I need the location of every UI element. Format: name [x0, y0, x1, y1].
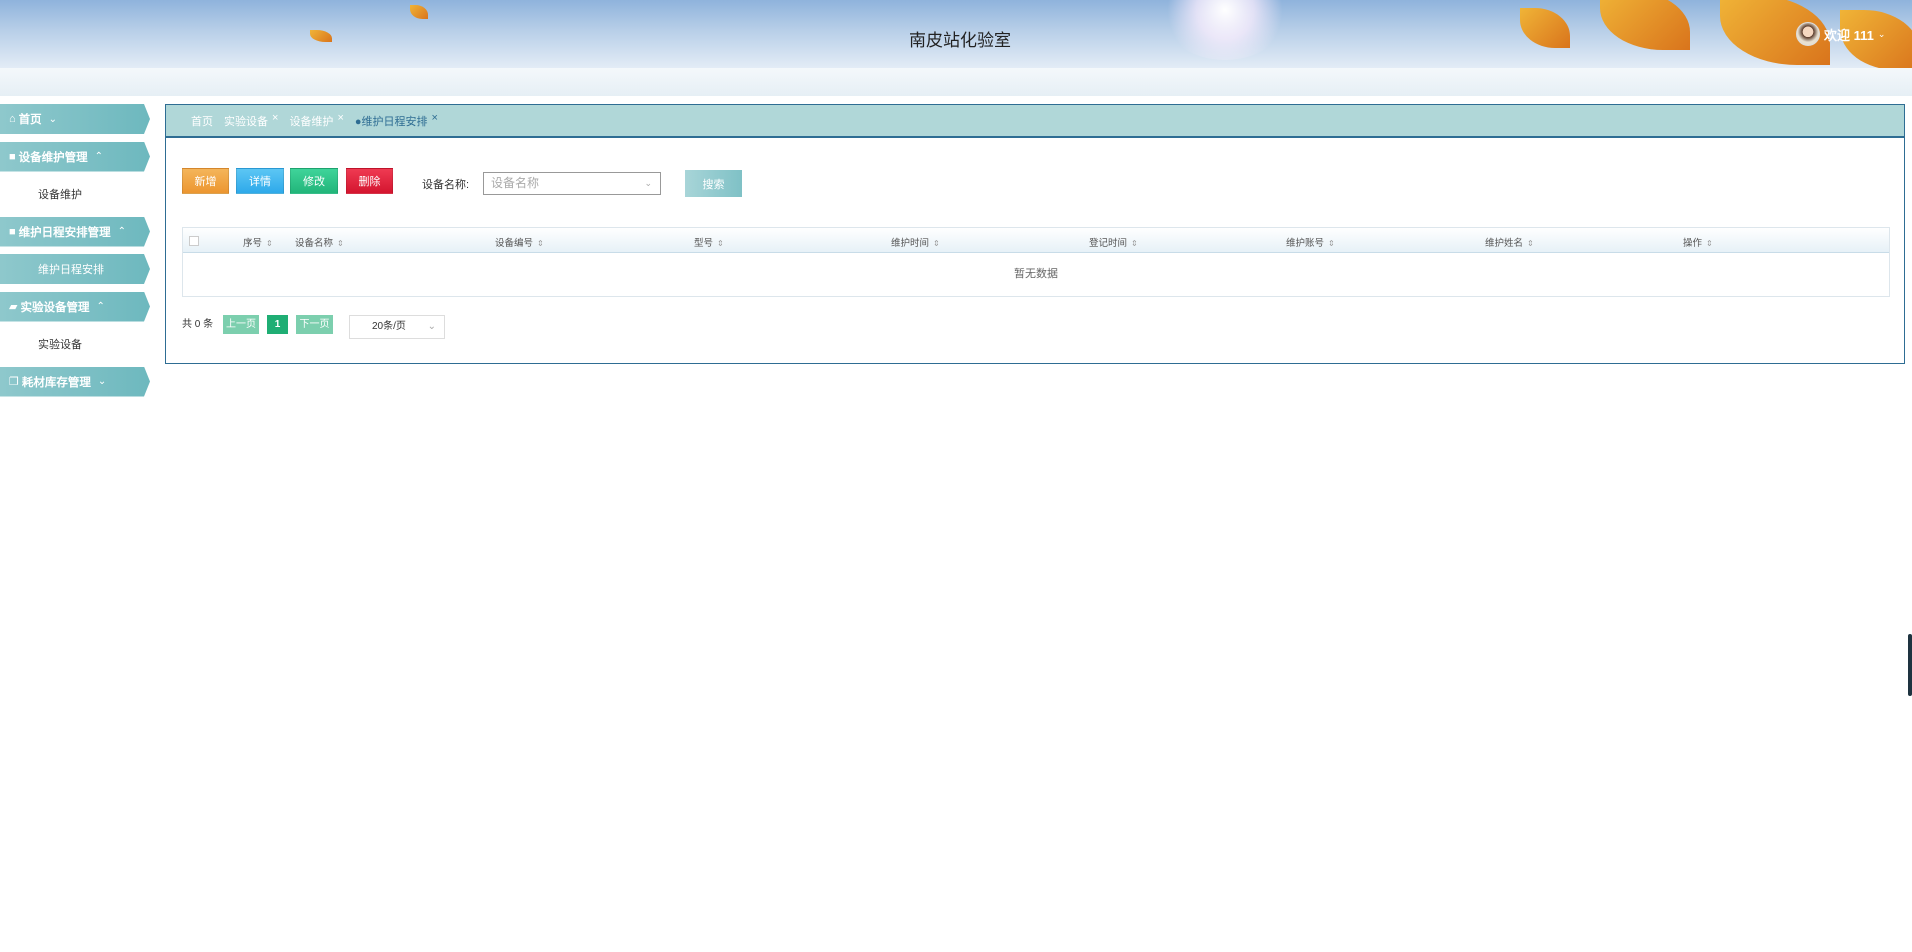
tab-label: 首页: [191, 115, 213, 128]
sidebar-item[interactable]: 设备维护: [0, 179, 152, 209]
sidebar-group-label: 首页: [18, 114, 42, 126]
table-header: 序号 ⇕ 设备名称 ⇕ 设备编号 ⇕ 型号 ⇕ 维护时间 ⇕ 登记时间 ⇕ 维护账号 ⇕ 维护姓名 ⇕ 操作 ⇕: [183, 228, 1889, 253]
column-label: 型号: [694, 238, 714, 249]
home-icon: ⌂: [9, 113, 16, 125]
close-icon[interactable]: ×: [432, 112, 438, 124]
grid-icon: ■: [9, 225, 16, 238]
search-button[interactable]: 搜索: [685, 170, 742, 197]
empty-message: 暂无数据: [1014, 268, 1058, 280]
sidebar-group-label: 维护日程安排管理: [18, 226, 111, 239]
sort-icon[interactable]: ⇕: [933, 239, 940, 248]
chevron-down-icon: ⌄: [1877, 28, 1886, 39]
sidebar-group[interactable]: ❐ 耗材库存管理 ⌄: [0, 366, 150, 397]
column-header[interactable]: 操作 ⇕: [1683, 235, 1713, 249]
next-page-button[interactable]: 下一页: [296, 315, 333, 334]
sidebar-group-label: 实验设备管理: [20, 301, 90, 314]
column-header[interactable]: 序号 ⇕: [243, 235, 273, 249]
sidebar-group[interactable]: ⌂ 首页 ⌄: [0, 104, 150, 134]
tab-label: ●维护日程安排: [354, 115, 428, 128]
sidebar-group[interactable]: ■ 设备维护管理 ⌃: [0, 141, 150, 172]
tab-bar: 首页 实验设备 × 设备维护 × ●维护日程安排 ×: [166, 105, 1904, 138]
close-icon[interactable]: ×: [272, 112, 278, 124]
sort-icon[interactable]: ⇕: [266, 239, 273, 248]
header-band: [0, 68, 1912, 96]
chevron-down-icon: ⌄: [644, 178, 652, 188]
sidebar-item-label: 维护日程安排: [38, 264, 104, 276]
column-header[interactable]: 设备编号 ⇕: [495, 235, 544, 249]
tab-label: 实验设备: [224, 115, 268, 128]
tab[interactable]: 实验设备 ×: [224, 112, 278, 129]
edit-button[interactable]: 修改: [290, 168, 338, 194]
chevron-icon: ⌄: [48, 113, 58, 125]
page-size-select[interactable]: 20条/页 ⌄: [349, 315, 445, 339]
page-size-value: 20条/页: [372, 321, 406, 332]
filter-label: 设备名称:: [422, 179, 470, 191]
column-label: 维护账号: [1286, 238, 1325, 249]
select-all-checkbox[interactable]: [189, 236, 199, 246]
sort-icon[interactable]: ⇕: [1328, 239, 1335, 248]
leaf-decoration: [410, 5, 428, 19]
sidebar-item-label: 实验设备: [38, 339, 82, 351]
chevron-icon: ⌄: [97, 376, 107, 387]
chevron-icon: ⌃: [96, 301, 105, 312]
sidebar-group[interactable]: ▰ 实验设备管理 ⌃: [0, 291, 150, 322]
chevron-icon: ⌃: [117, 226, 127, 237]
column-header[interactable]: 型号 ⇕: [694, 235, 724, 249]
delete-button[interactable]: 删除: [346, 168, 393, 194]
content-panel: 首页 实验设备 × 设备维护 × ●维护日程安排 × 新增 详情 修改 删除 设备名称: 设…: [165, 104, 1905, 364]
column-header[interactable]: 维护姓名 ⇕: [1485, 235, 1534, 249]
welcome-text: 欢迎 111: [1824, 27, 1874, 43]
sidebar-item-label: 设备维护: [38, 189, 82, 201]
data-table: 序号 ⇕ 设备名称 ⇕ 设备编号 ⇕ 型号 ⇕ 维护时间 ⇕ 登记时间 ⇕ 维护账号 ⇕ 维护姓名 ⇕ 操作 ⇕ …: [182, 227, 1890, 297]
detail-button[interactable]: 详情: [236, 168, 284, 194]
column-header[interactable]: 设备名称 ⇕: [295, 235, 344, 249]
prev-page-button[interactable]: 上一页: [223, 315, 259, 334]
add-button[interactable]: 新增: [182, 168, 229, 194]
sort-icon[interactable]: ⇕: [337, 239, 344, 248]
column-label: 登记时间: [1089, 238, 1128, 249]
sidebar-item[interactable]: 实验设备: [0, 329, 152, 359]
tab[interactable]: 设备维护 ×: [289, 112, 343, 129]
chevron-icon: ⌃: [94, 151, 104, 162]
device-name-select[interactable]: 设备名称 ⌄: [483, 172, 661, 195]
sidebar-group-label: 耗材库存管理: [21, 376, 91, 389]
close-icon[interactable]: ×: [337, 112, 343, 124]
tab[interactable]: ●维护日程安排 ×: [354, 112, 438, 129]
sidebar-group[interactable]: ■ 维护日程安排管理 ⌃: [0, 216, 150, 247]
copy-icon: ❐: [9, 376, 19, 388]
column-header[interactable]: 维护时间 ⇕: [891, 235, 940, 249]
sidebar-group-label: 设备维护管理: [18, 151, 88, 164]
sidebar: ⌂ 首页 ⌄ ■ 设备维护管理 ⌃ 设备维护 ■ 维护日程安排管理 ⌃ 维护日程安排 ▰ 实验设备管理 ⌃…: [0, 104, 152, 404]
header-banner: 南皮站化验室 欢迎 111 ⌄: [0, 0, 1912, 68]
sort-icon[interactable]: ⇕: [1131, 239, 1138, 248]
column-label: 操作: [1683, 238, 1703, 249]
scrollbar[interactable]: [1908, 634, 1912, 696]
sort-icon[interactable]: ⇕: [1706, 239, 1713, 248]
sort-icon[interactable]: ⇕: [537, 239, 544, 248]
column-label: 维护姓名: [1485, 238, 1524, 249]
sort-icon[interactable]: ⇕: [717, 239, 724, 248]
grid-icon: ■: [9, 150, 16, 163]
total-count: 共 0 条: [182, 319, 214, 330]
column-header[interactable]: 登记时间 ⇕: [1089, 235, 1138, 249]
sidebar-item[interactable]: 维护日程安排: [0, 254, 150, 284]
column-label: 序号: [243, 238, 263, 249]
chevron-down-icon: ⌄: [427, 321, 436, 332]
column-label: 设备名称: [295, 238, 334, 249]
select-placeholder: 设备名称: [491, 176, 540, 190]
tab-label: 设备维护: [289, 115, 334, 128]
page-1-button[interactable]: 1: [267, 315, 288, 334]
column-label: 维护时间: [891, 238, 930, 249]
avatar: [1796, 22, 1820, 46]
user-menu[interactable]: 欢迎 111 ⌄: [1796, 22, 1885, 46]
column-label: 设备编号: [495, 238, 534, 249]
car-icon: ▰: [9, 301, 18, 313]
column-header[interactable]: 维护账号 ⇕: [1286, 235, 1335, 249]
sort-icon[interactable]: ⇕: [1527, 239, 1534, 248]
tab[interactable]: 首页: [191, 113, 213, 129]
app-title: 南皮站化验室: [909, 31, 1011, 50]
